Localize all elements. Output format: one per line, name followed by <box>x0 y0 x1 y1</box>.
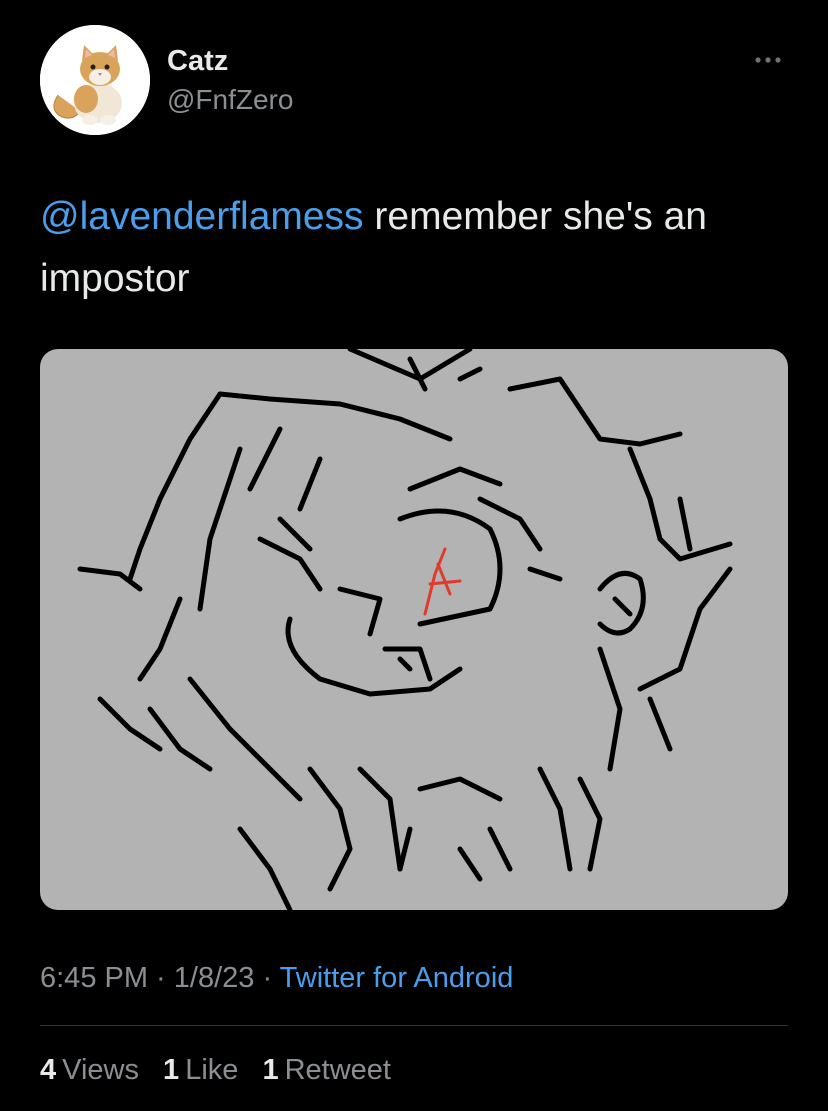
likes-label: Like <box>185 1054 239 1086</box>
views-count: 4 <box>40 1054 57 1086</box>
retweets-label: Retweet <box>284 1054 391 1086</box>
retweets-count: 1 <box>262 1054 279 1086</box>
avatar[interactable] <box>40 25 150 135</box>
meta-separator: · <box>148 962 174 994</box>
meta-separator: · <box>254 962 280 994</box>
tweet-source-link[interactable]: Twitter for Android <box>280 962 514 994</box>
tweet-media-image[interactable] <box>40 349 788 910</box>
tweet-date: 1/8/23 <box>173 962 255 994</box>
ellipsis-icon <box>755 57 781 63</box>
display-name[interactable]: Catz <box>167 44 228 78</box>
views-label: Views <box>62 1054 139 1086</box>
user-handle[interactable]: @FnfZero <box>167 83 293 117</box>
divider <box>40 1025 788 1026</box>
more-options-button[interactable] <box>750 51 786 69</box>
cat-plush-avatar-icon <box>40 25 150 135</box>
tweet-meta: 6:45 PM · 1/8/23 · Twitter for Android <box>40 958 513 998</box>
tweet-stats: 4 Views 1 Like 1 Retweet <box>40 1050 407 1090</box>
retweets-stat[interactable]: 1 Retweet <box>262 1050 391 1090</box>
likes-count: 1 <box>163 1054 180 1086</box>
likes-stat[interactable]: 1 Like <box>163 1050 238 1090</box>
tweet-time: 6:45 PM <box>40 962 148 994</box>
mention-link[interactable]: @lavenderflamess <box>40 195 364 238</box>
sketch-drawing-image-icon <box>77 349 733 910</box>
views-stat[interactable]: 4 Views <box>40 1050 139 1090</box>
tweet-text: @lavenderflamess remember she's an impos… <box>40 186 800 310</box>
tweet-header: Catz @FnfZero <box>40 25 788 135</box>
